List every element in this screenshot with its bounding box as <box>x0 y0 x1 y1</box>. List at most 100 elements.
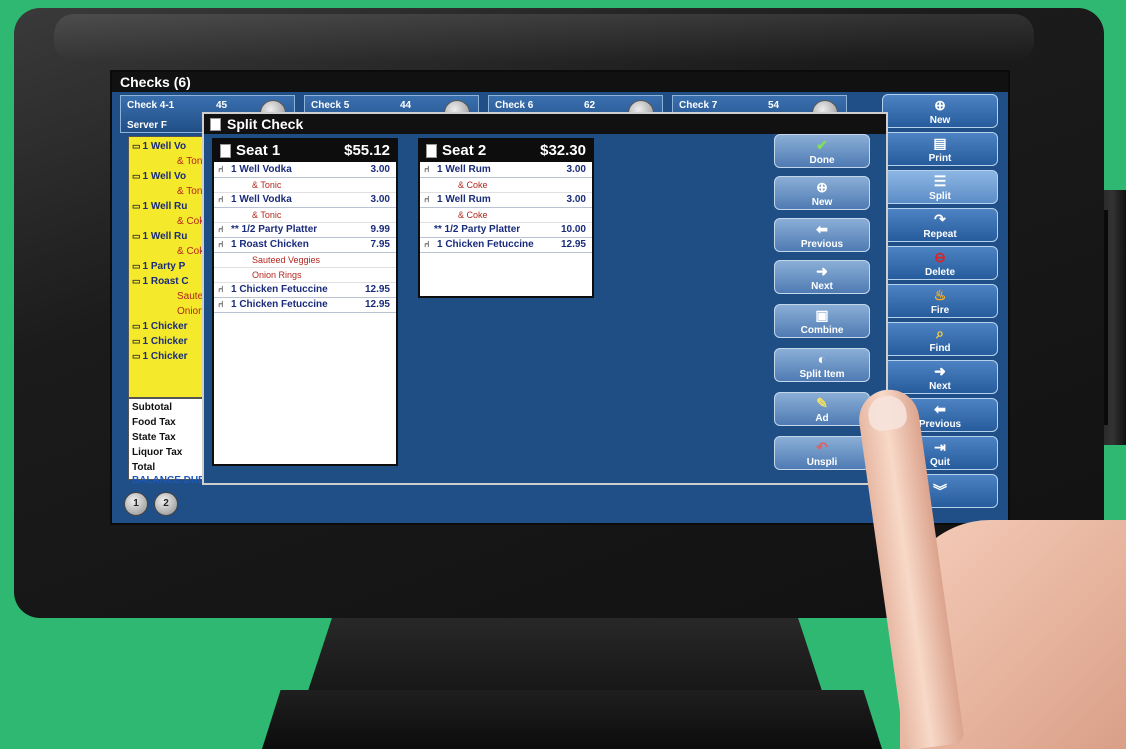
repeat-arrow-icon: ↷ <box>934 211 946 227</box>
list-item: ▭ 1 Chicker <box>132 321 188 332</box>
plus-icon: ⊕ <box>934 97 946 113</box>
order-item[interactable]: ⑁ 1 Chicken Fetuccine 12.95 <box>214 283 396 298</box>
monitor-stand-base <box>262 690 882 749</box>
check-name: Check 4-1 <box>127 100 175 111</box>
seat-1-panel[interactable]: Seat 1 $55.12 ⑁ 1 Well Vodka 3.00 & Tonic … <box>212 138 398 466</box>
balance-due-label: BALANCE DUE <box>132 475 205 486</box>
half-circle-icon: ◐ <box>817 351 827 367</box>
right-arrow-icon: ➜ <box>816 263 828 279</box>
document-icon <box>210 118 221 131</box>
seat-chair-icon: ⑁ <box>424 194 430 204</box>
liquor-tax-label: Liquor Tax <box>132 447 183 458</box>
right-arrow-icon: ➜ <box>934 363 946 379</box>
order-item[interactable]: ⑁ 1 Well Vodka 3.00 <box>214 163 396 178</box>
plus-icon: ⊕ <box>816 179 828 195</box>
combine-icon: ▣ <box>815 307 829 323</box>
seat-chair-icon: ⑁ <box>218 239 224 249</box>
flame-icon: ♨ <box>933 287 947 303</box>
seat-header: Seat 1 $55.12 <box>214 140 396 162</box>
checkmark-icon: ✔ <box>816 137 828 153</box>
fire-button[interactable]: ♨ Fire <box>882 284 998 318</box>
item-modifier: Onion Rings <box>214 268 396 283</box>
seat-chair-icon: ⑁ <box>218 299 224 309</box>
minus-icon: ⊖ <box>934 249 946 265</box>
check-name: Check 6 <box>495 100 534 111</box>
seat-name: Seat 1 <box>236 142 281 159</box>
list-item-modifier: & Toni <box>177 186 205 197</box>
state-tax-label: State Tax <box>132 432 176 443</box>
pencil-icon: ✎ <box>816 395 828 411</box>
list-item: ▭ 1 Chicker <box>132 336 188 347</box>
split-check-dialog: Split Check Seat 1 $55.12 ⑁ 1 Well Vodka 3… <box>202 112 888 485</box>
check-name: Check 7 <box>679 100 718 111</box>
combine-button[interactable]: ▣ Combine <box>774 304 870 338</box>
check-number: 54 <box>768 100 780 111</box>
split-button[interactable]: ☰ Split <box>882 170 998 204</box>
server-name: Server F <box>127 120 168 131</box>
list-item: ▭ 1 Well Vo <box>132 141 187 152</box>
list-item: ▭ 1 Chicker <box>132 351 188 362</box>
order-item[interactable]: ⑁ 1 Roast Chicken 7.95 <box>214 238 396 253</box>
next-button[interactable]: ➜ Next <box>882 360 998 394</box>
split-check-title-bar: Split Check <box>204 114 886 134</box>
fingernail <box>866 393 909 433</box>
next-seat-button[interactable]: ➜ Next <box>774 260 870 294</box>
bezel-glare <box>54 14 1034 62</box>
seat-chair-icon: ⑁ <box>424 239 430 249</box>
item-modifier: & Tonic <box>214 178 396 193</box>
order-item[interactable]: ** 1/2 Party Platter 10.00 <box>420 223 592 238</box>
check-number: 44 <box>400 100 412 111</box>
order-item[interactable]: ⑁ 1 Well Rum 3.00 <box>420 163 592 178</box>
seat-tab[interactable]: 1 <box>124 492 148 516</box>
seat-chair-icon: ⑁ <box>218 224 224 234</box>
left-arrow-icon: ⬅ <box>816 221 828 237</box>
previous-seat-button[interactable]: ⬅ Previous <box>774 218 870 252</box>
repeat-button[interactable]: ↷ Repeat <box>882 208 998 242</box>
seat-chair-icon: ⑁ <box>218 284 224 294</box>
item-modifier: Sauteed Veggies <box>214 253 396 268</box>
undo-icon: ↶ <box>816 439 828 455</box>
seat-total: $32.30 <box>540 142 586 159</box>
new-seat-button[interactable]: ⊕ New <box>774 176 870 210</box>
seat-tab[interactable]: 2 <box>154 492 178 516</box>
check-name: Check 5 <box>311 100 350 111</box>
seat-2-panel[interactable]: Seat 2 $32.30 ⑁ 1 Well Rum 3.00 & Coke ⑁ 1 … <box>418 138 594 298</box>
seat-chair-icon: ⑁ <box>218 194 224 204</box>
document-icon <box>220 144 231 158</box>
seat-name: Seat 2 <box>442 142 487 159</box>
subtotal-label: Subtotal <box>132 402 172 413</box>
item-modifier: & Coke <box>420 208 592 223</box>
list-item-modifier: & Toni <box>177 156 205 167</box>
order-item[interactable]: ⑁ 1 Well Vodka 3.00 <box>214 193 396 208</box>
seat-total: $55.12 <box>344 142 390 159</box>
seat-chair-icon: ⑁ <box>218 164 224 174</box>
split-item-button[interactable]: ◐ Split Item <box>774 348 870 382</box>
done-button[interactable]: ✔ Done <box>774 134 870 168</box>
list-item: ▭ 1 Well Ru <box>132 231 188 242</box>
find-button[interactable]: ⌕ Find <box>882 322 998 356</box>
add-button[interactable]: ✎ Ad <box>774 392 870 426</box>
printer-icon: ▤ <box>933 135 947 151</box>
check-number: 62 <box>584 100 596 111</box>
unsplit-button[interactable]: ↶ Unspli <box>774 436 870 470</box>
list-item: ▭ 1 Well Vo <box>132 171 187 182</box>
order-item[interactable]: ⑁ 1 Chicken Fetuccine 12.95 <box>214 298 396 313</box>
list-item-modifier: Onion <box>177 306 204 317</box>
total-label: Total <box>132 462 156 473</box>
list-item: ▭ 1 Roast C <box>132 276 189 287</box>
order-item[interactable]: ⑁ 1 Well Rum 3.00 <box>420 193 592 208</box>
order-item[interactable]: ⑁ 1 Chicken Fetuccine 12.95 <box>420 238 592 253</box>
split-list-icon: ☰ <box>933 173 947 189</box>
order-item[interactable]: ⑁ ** 1/2 Party Platter 9.99 <box>214 223 396 238</box>
check-number: 45 <box>216 100 228 111</box>
list-item: ▭ 1 Party P <box>132 261 186 272</box>
print-button[interactable]: ▤ Print <box>882 132 998 166</box>
monitor-stand-neck <box>305 605 825 700</box>
list-item: ▭ 1 Well Ru <box>132 201 188 212</box>
item-modifier: & Tonic <box>214 208 396 223</box>
food-tax-label: Food Tax <box>132 417 176 428</box>
item-modifier: & Coke <box>420 178 592 193</box>
new-button[interactable]: ⊕ New <box>882 94 998 128</box>
delete-button[interactable]: ⊖ Delete <box>882 246 998 280</box>
document-icon <box>426 144 437 158</box>
